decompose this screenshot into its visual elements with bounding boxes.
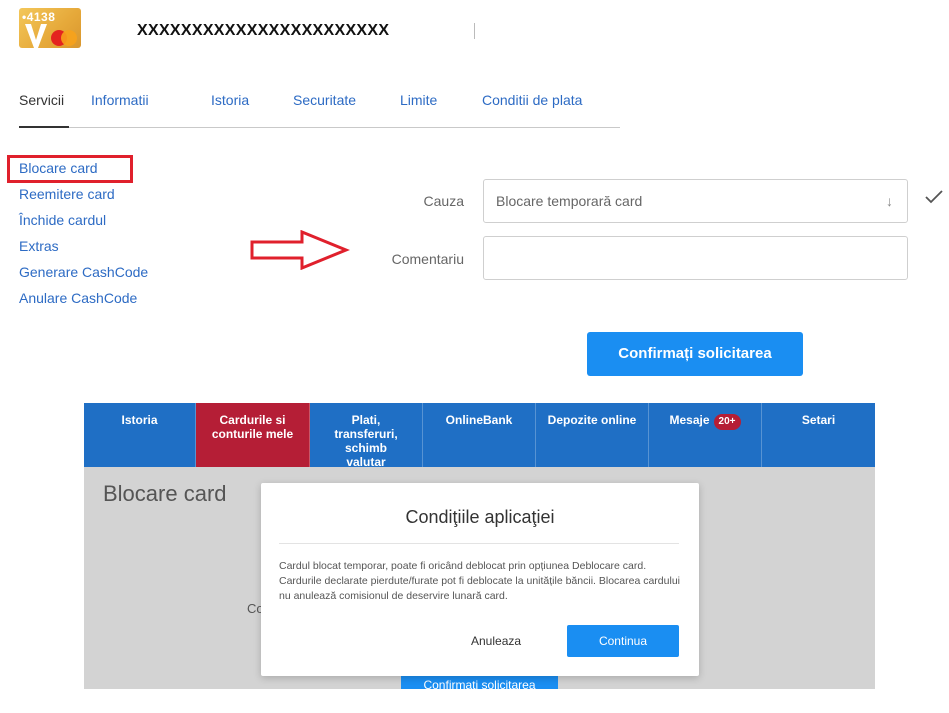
tab-conditii-de-plata[interactable]: Conditii de plata xyxy=(482,92,582,108)
nav-label: OnlineBank xyxy=(445,413,513,427)
nav-item-mesaje[interactable]: Mesaje 20+ xyxy=(649,403,762,467)
highlight-annotation-box xyxy=(7,155,133,183)
card-thumbnail: •4138 xyxy=(19,8,81,48)
nav-label: Depozite online xyxy=(547,413,637,427)
nav-item-depozite[interactable]: Depozite online xyxy=(536,403,649,467)
page-title: Blocare card xyxy=(103,481,227,506)
mastercard-yellow-circle xyxy=(61,30,77,46)
nav-item-onlinebank[interactable]: OnlineBank xyxy=(423,403,536,467)
cause-select-value: Blocare temporară card xyxy=(496,193,643,209)
nav-label: Cardurile si conturile mele xyxy=(211,413,294,441)
nav-item-istoria[interactable]: Istoria xyxy=(84,403,196,467)
modal-title: Condiţiile aplicaţiei xyxy=(405,507,555,527)
cause-label: Cauza xyxy=(423,193,464,209)
masked-card-number: XXXXXXXXXXXXXXXXXXXXXXX xyxy=(137,22,390,39)
tab-istoria[interactable]: Istoria xyxy=(211,92,249,108)
arrow-down-icon: ↓ xyxy=(886,193,893,209)
tab-limite[interactable]: Limite xyxy=(400,92,437,108)
nav-label: Plati, transferuri, schimb valutar xyxy=(334,413,398,469)
visa-v-icon xyxy=(25,24,47,48)
embedded-screenshot: Istoria Cardurile si conturile mele Plat… xyxy=(84,403,875,689)
main-nav: Istoria Cardurile si conturile mele Plat… xyxy=(84,403,875,469)
conditions-modal: Condiţiile aplicaţiei Cardul blocat temp… xyxy=(261,483,699,676)
modal-divider xyxy=(279,543,679,544)
card-thumb-number: •4138 xyxy=(22,10,56,24)
menu-item-inchide-cardul[interactable]: Închide cardul xyxy=(19,212,106,228)
tab-servicii[interactable]: Servicii xyxy=(19,92,64,108)
nav-item-plati[interactable]: Plati, transferuri, schimb valutar xyxy=(310,403,423,469)
tab-securitate[interactable]: Securitate xyxy=(293,92,356,108)
nav-item-carduri[interactable]: Cardurile si conturile mele xyxy=(196,403,310,467)
messages-count-badge: 20+ xyxy=(713,414,741,430)
comment-label: Comentariu xyxy=(391,251,464,267)
modal-continue-button[interactable]: Continua xyxy=(567,625,679,657)
confirm-request-button[interactable]: Confirmați solicitarea xyxy=(587,332,803,376)
arrow-right-icon xyxy=(250,230,350,270)
nav-item-setari[interactable]: Setari xyxy=(762,403,875,467)
cause-select[interactable]: Blocare temporară card ↓ xyxy=(483,179,908,223)
menu-item-extras[interactable]: Extras xyxy=(19,238,59,254)
comment-input[interactable] xyxy=(483,236,908,280)
nav-label: Setari xyxy=(801,413,836,427)
active-tab-indicator xyxy=(19,126,69,128)
modal-cancel-button[interactable]: Anuleaza xyxy=(471,634,521,648)
tab-bar: Servicii Informatii Istoria Securitate L… xyxy=(19,92,620,128)
nav-label: Mesaje xyxy=(669,413,710,427)
menu-item-anulare-cashcode[interactable]: Anulare CashCode xyxy=(19,290,137,306)
nav-label: Istoria xyxy=(121,413,158,427)
checkmark-icon xyxy=(925,190,943,204)
menu-item-reemitere-card[interactable]: Reemitere card xyxy=(19,186,115,202)
tab-informatii[interactable]: Informatii xyxy=(91,92,149,108)
separator xyxy=(474,23,475,39)
menu-item-generare-cashcode[interactable]: Generare CashCode xyxy=(19,264,148,280)
modal-body: Cardul blocat temporar, poate fi oricând… xyxy=(279,560,680,602)
